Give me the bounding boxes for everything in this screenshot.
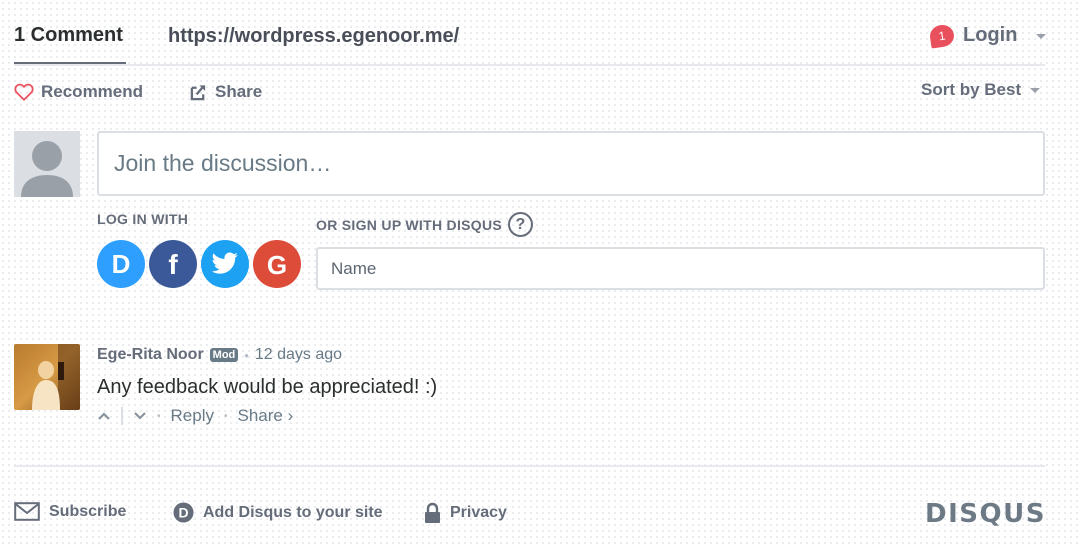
chevron-down-icon bbox=[134, 412, 146, 420]
moderator-badge: Mod bbox=[209, 348, 239, 362]
twitter-login-button[interactable] bbox=[201, 240, 249, 288]
site-url-tab[interactable]: https://wordpress.egenoor.me/ bbox=[168, 25, 459, 48]
share-label: Share bbox=[215, 82, 263, 101]
svg-text:f: f bbox=[168, 249, 178, 279]
lock-icon bbox=[425, 502, 440, 523]
reply-button[interactable]: Reply bbox=[171, 406, 214, 426]
add-disqus-link[interactable]: D Add Disqus to your site bbox=[173, 502, 383, 523]
chevron-up-icon bbox=[98, 412, 110, 420]
chevron-down-icon bbox=[1030, 87, 1041, 93]
svg-text:D: D bbox=[112, 249, 131, 279]
heart-icon bbox=[14, 83, 34, 101]
user-photo bbox=[14, 344, 80, 410]
comment-actions: • Reply • Share › bbox=[97, 406, 293, 426]
user-icon bbox=[14, 131, 80, 197]
subscribe-link[interactable]: Subscribe bbox=[14, 502, 126, 521]
signup-label: OR SIGN UP WITH DISQUS ? bbox=[316, 212, 534, 237]
downvote-button[interactable] bbox=[133, 411, 147, 421]
privacy-link[interactable]: Privacy bbox=[424, 502, 507, 524]
help-icon[interactable]: ? bbox=[508, 212, 534, 237]
comment-body: Any feedback would be appreciated! :) bbox=[97, 376, 438, 398]
comment-composer[interactable] bbox=[97, 131, 1045, 196]
name-field[interactable] bbox=[316, 247, 1045, 290]
google-icon: G bbox=[267, 250, 287, 279]
share-button[interactable]: Share bbox=[189, 82, 262, 102]
svg-text:D: D bbox=[178, 505, 188, 521]
disqus-logo[interactable]: DISQUS bbox=[925, 499, 1046, 529]
nav-divider bbox=[14, 64, 1045, 66]
google-login-button[interactable]: G bbox=[253, 240, 301, 288]
avatar[interactable] bbox=[14, 344, 80, 410]
separator-dot: • bbox=[244, 347, 249, 363]
signup-text: OR SIGN UP WITH DISQUS bbox=[316, 216, 503, 233]
disqus-d-icon: D bbox=[112, 249, 131, 279]
separator-dot: • bbox=[157, 410, 161, 422]
recommend-button[interactable]: Recommend bbox=[14, 82, 143, 102]
login-with-label: LOG IN WITH bbox=[97, 211, 189, 227]
footer-divider bbox=[14, 465, 1045, 467]
svg-text:G: G bbox=[267, 250, 287, 279]
subscribe-label: Subscribe bbox=[49, 502, 127, 520]
add-disqus-label: Add Disqus to your site bbox=[203, 503, 383, 521]
login-label[interactable]: Login bbox=[963, 24, 1017, 47]
comment-meta: Ege-Rita Noor Mod • 12 days ago bbox=[97, 346, 342, 364]
notification-badge[interactable]: 1 bbox=[928, 22, 956, 49]
twitter-icon bbox=[211, 252, 238, 274]
disqus-login-button[interactable]: D bbox=[97, 240, 145, 288]
default-avatar bbox=[14, 131, 80, 197]
vote-divider bbox=[121, 407, 123, 425]
separator-dot: • bbox=[223, 410, 228, 422]
sort-dropdown[interactable]: Sort by Best bbox=[921, 80, 1041, 100]
envelope-icon bbox=[14, 502, 40, 521]
comment-timestamp[interactable]: 12 days ago bbox=[255, 346, 342, 364]
facebook-login-button[interactable]: f bbox=[149, 240, 197, 288]
facebook-icon: f bbox=[168, 249, 178, 279]
disqus-d-icon: D bbox=[173, 502, 194, 523]
upvote-button[interactable] bbox=[97, 411, 111, 421]
login-menu[interactable]: 1 Login bbox=[928, 22, 1047, 49]
privacy-label: Privacy bbox=[450, 504, 507, 521]
tab-comments[interactable]: 1 Comment bbox=[14, 24, 123, 47]
comment-author[interactable]: Ege-Rita Noor bbox=[97, 346, 204, 364]
comment-share-button[interactable]: Share › bbox=[238, 406, 294, 426]
sort-label: Sort by Best bbox=[921, 80, 1022, 99]
recommend-label: Recommend bbox=[41, 82, 144, 101]
social-login-buttons: D f G bbox=[97, 240, 301, 288]
chevron-down-icon bbox=[1036, 34, 1047, 39]
share-icon bbox=[190, 85, 206, 101]
